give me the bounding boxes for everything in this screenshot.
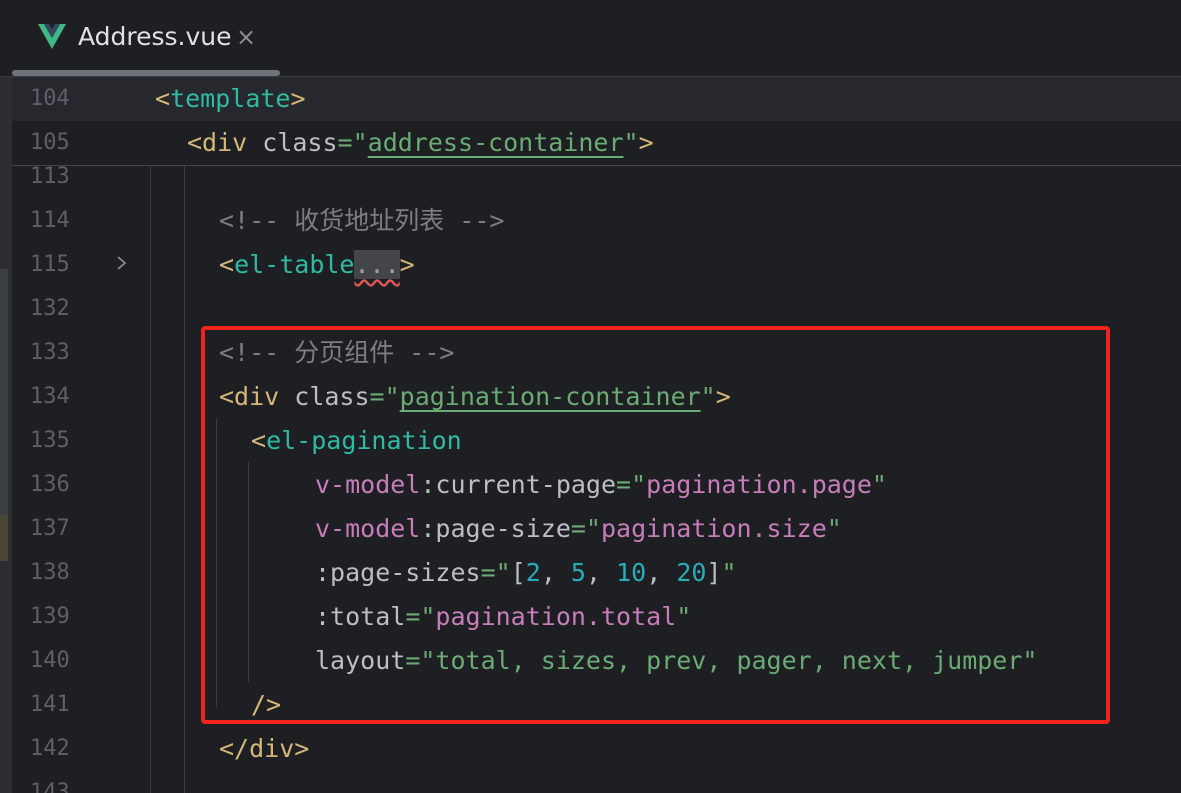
line-number: 135 <box>30 428 70 453</box>
sticky-divider <box>12 165 1181 166</box>
line-number: 134 <box>30 384 70 409</box>
line-number: 139 <box>30 604 70 629</box>
left-gutter-strip <box>0 77 12 793</box>
sticky-line[interactable]: 104 <template> <box>12 77 1181 121</box>
sticky-line[interactable]: 105 <div class="address-container"> <box>12 121 1181 165</box>
code-comment: <!-- 分页组件 --> <box>219 338 455 367</box>
code-line: <div class="pagination-container"> <box>219 382 731 411</box>
code-line-row[interactable]: 142 </div> <box>12 727 1181 771</box>
line-number: 143 <box>30 780 70 793</box>
close-icon[interactable]: × <box>236 20 256 54</box>
line-number: 133 <box>30 340 70 365</box>
code-line-row[interactable]: 140 layout="total, sizes, prev, pager, n… <box>12 639 1181 683</box>
folded-region[interactable]: ... <box>354 250 400 279</box>
line-number: 142 <box>30 736 70 761</box>
line-number: 141 <box>30 692 70 717</box>
sticky-lines: 104 <template> 105 <div class="address-c… <box>12 77 1181 166</box>
code-line: <div class="address-container"> <box>187 128 654 157</box>
code-line: layout="total, sizes, prev, pager, next,… <box>315 646 1038 675</box>
scroll-marker <box>0 269 8 549</box>
code-line-row[interactable]: 143 <box>12 771 1181 793</box>
line-number: 105 <box>30 130 70 155</box>
code-line: /> <box>251 690 282 719</box>
code-line: v-model:page-size="pagination.size" <box>315 514 842 543</box>
code-line-row[interactable]: 137 v-model:page-size="pagination.size" <box>12 507 1181 551</box>
code-line-row[interactable]: 141 /> <box>12 683 1181 727</box>
code-line-row[interactable]: 139 :total="pagination.total" <box>12 595 1181 639</box>
code-line-row[interactable]: 132 <box>12 287 1181 331</box>
line-number: 104 <box>30 86 70 111</box>
code-line: <el-table...> <box>219 250 415 279</box>
editor-tab-bar: Address.vue × <box>0 0 1181 77</box>
line-number: 137 <box>30 516 70 541</box>
change-marker <box>0 515 8 561</box>
code-line-row[interactable]: 115 <el-table...> <box>12 243 1181 287</box>
code-line: :total="pagination.total" <box>315 602 692 631</box>
code-line: :page-sizes="[2, 5, 10, 20]" <box>315 558 737 587</box>
line-number: 115 <box>30 252 70 277</box>
code-line-row[interactable]: 114 <!-- 收货地址列表 --> <box>12 199 1181 243</box>
line-number: 138 <box>30 560 70 585</box>
line-number: 114 <box>30 208 70 233</box>
code-line-row[interactable]: 136 v-model:current-page="pagination.pag… <box>12 463 1181 507</box>
line-number: 132 <box>30 296 70 321</box>
tab-title[interactable]: Address.vue <box>78 20 232 54</box>
line-number: 136 <box>30 472 70 497</box>
line-number: 140 <box>30 648 70 673</box>
code-comment: <!-- 收货地址列表 --> <box>219 206 505 235</box>
code-line: </div> <box>219 734 310 763</box>
code-line: <el-pagination <box>251 426 462 455</box>
code-line: v-model:current-page="pagination.page" <box>315 470 887 499</box>
vue-icon <box>38 24 66 49</box>
code-line-row[interactable]: 138 :page-sizes="[2, 5, 10, 20]" <box>12 551 1181 595</box>
chevron-right-icon[interactable] <box>116 255 128 271</box>
code-line-row[interactable]: 134 <div class="pagination-container"> <box>12 375 1181 419</box>
code-line-row[interactable]: 135 <el-pagination <box>12 419 1181 463</box>
code-editor[interactable]: 104 <template> 105 <div class="address-c… <box>12 77 1181 793</box>
code-line: <template> <box>155 84 306 113</box>
code-line-row[interactable]: 133 <!-- 分页组件 --> <box>12 331 1181 375</box>
